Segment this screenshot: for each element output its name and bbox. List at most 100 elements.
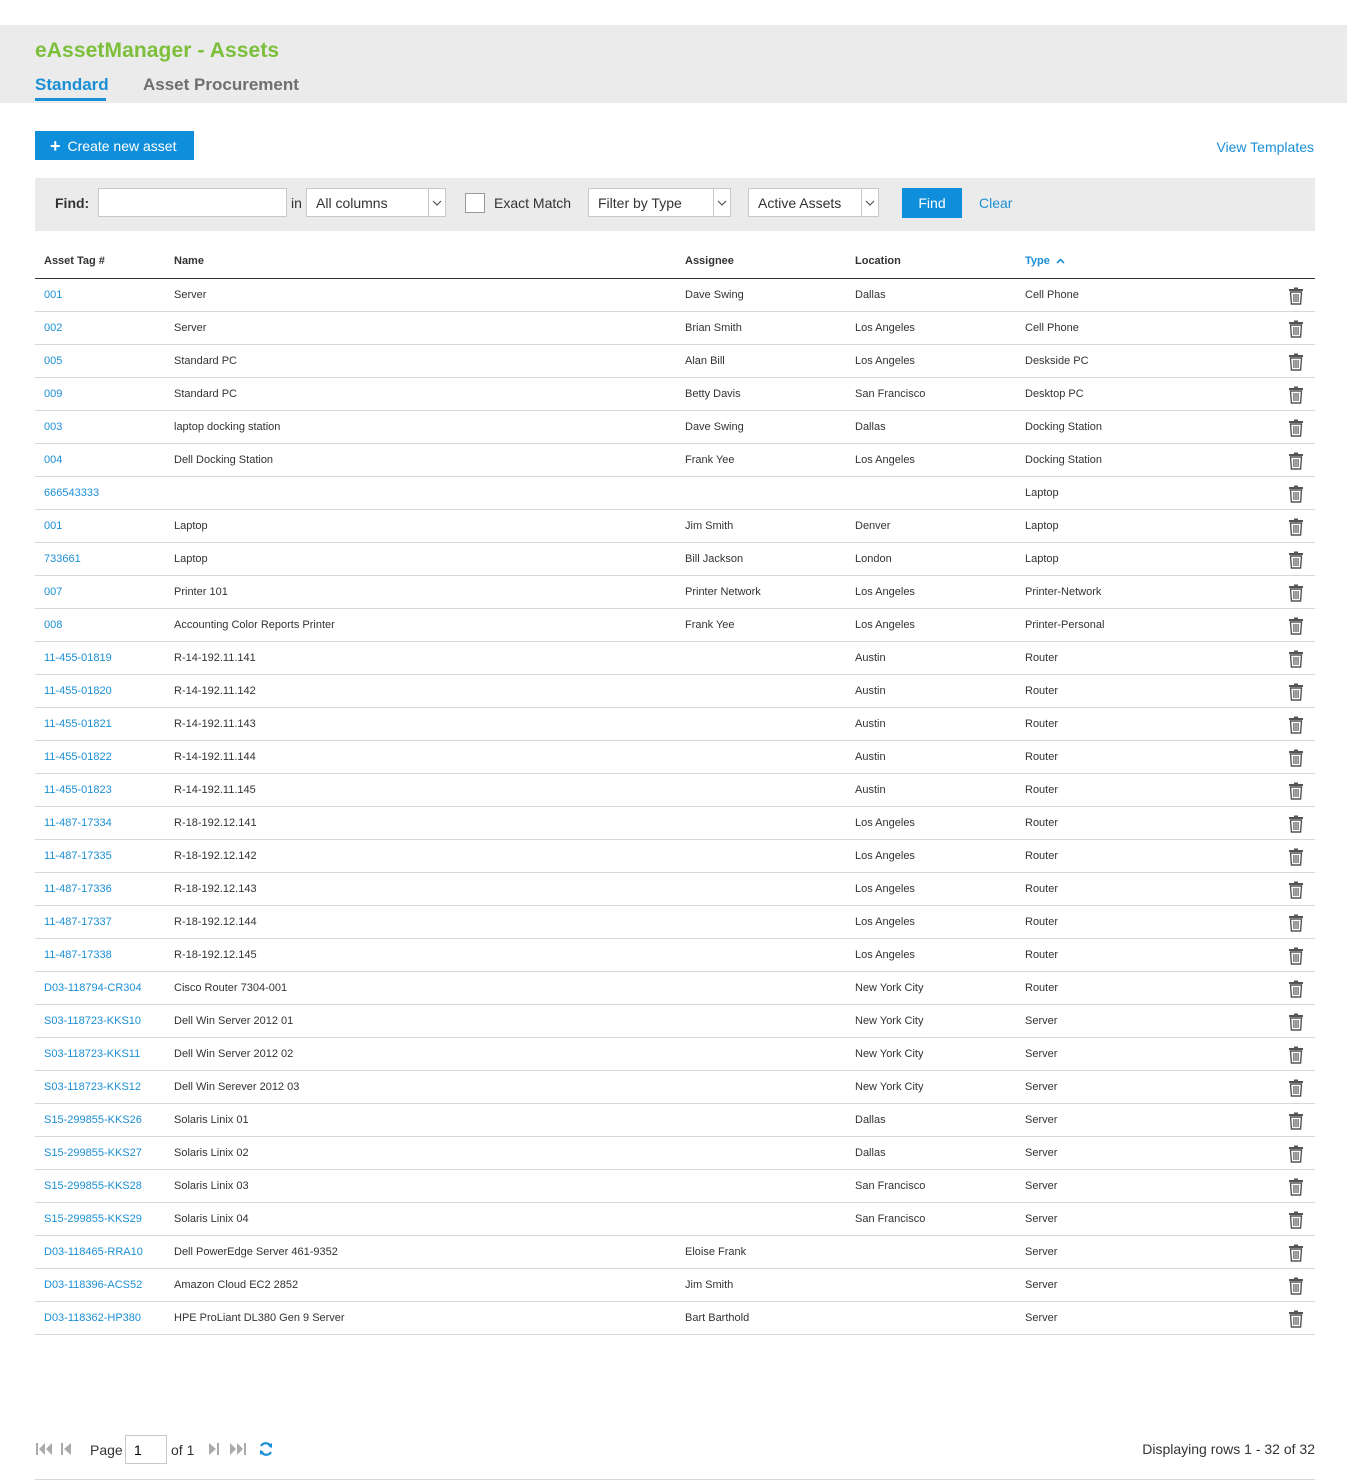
trash-icon[interactable] — [1288, 980, 1304, 998]
trash-icon[interactable] — [1288, 1079, 1304, 1097]
trash-icon[interactable] — [1288, 1310, 1304, 1328]
asset-tag-link[interactable]: 008 — [44, 615, 164, 635]
trash-icon[interactable] — [1288, 1178, 1304, 1196]
trash-icon[interactable] — [1288, 1046, 1304, 1064]
trash-icon[interactable] — [1288, 320, 1304, 338]
table-row[interactable]: 002 Server Brian Smith Los Angeles Cell Phon… — [35, 312, 1315, 345]
asset-tag-link[interactable]: 002 — [44, 318, 164, 338]
table-row[interactable]: 733661 Laptop Bill Jackson London Laptop — [35, 543, 1315, 576]
asset-tag-link[interactable]: 11-487-17337 — [44, 912, 164, 932]
table-row[interactable]: S15-299855-KKS26 Solaris Linix 01 Dallas Se… — [35, 1104, 1315, 1137]
refresh-icon[interactable] — [257, 1441, 275, 1457]
table-row[interactable]: S15-299855-KKS28 Solaris Linix 03 San Fran… — [35, 1170, 1315, 1203]
columns-select[interactable]: All columns — [306, 188, 446, 217]
table-row[interactable]: S03-118723-KKS12 Dell Win Serever 2012 03… — [35, 1071, 1315, 1104]
trash-icon[interactable] — [1288, 650, 1304, 668]
trash-icon[interactable] — [1288, 485, 1304, 503]
asset-tag-link[interactable]: 11-455-01822 — [44, 747, 164, 767]
asset-tag-link[interactable]: D03-118362-HP380 — [44, 1308, 164, 1328]
trash-icon[interactable] — [1288, 881, 1304, 899]
exact-match-checkbox[interactable] — [465, 193, 485, 213]
asset-tag-link[interactable]: 733661 — [44, 549, 164, 569]
trash-icon[interactable] — [1288, 782, 1304, 800]
create-asset-button[interactable]: + Create new asset — [35, 131, 194, 160]
trash-icon[interactable] — [1288, 947, 1304, 965]
table-row[interactable]: 11-455-01820 R-14-192.11.142 Austin Router — [35, 675, 1315, 708]
asset-tag-link[interactable]: D03-118794-CR304 — [44, 978, 164, 998]
status-filter-select[interactable]: Active Assets — [748, 188, 879, 217]
header-type[interactable]: Type — [1025, 255, 1065, 267]
trash-icon[interactable] — [1288, 1244, 1304, 1262]
table-row[interactable]: 666543333 Laptop — [35, 477, 1315, 510]
asset-tag-link[interactable]: 009 — [44, 384, 164, 404]
table-row[interactable]: 11-455-01821 R-14-192.11.143 Austin Router — [35, 708, 1315, 741]
table-row[interactable]: 004 Dell Docking Station Frank Yee Los Ange… — [35, 444, 1315, 477]
table-row[interactable]: 11-455-01819 R-14-192.11.141 Austin Router — [35, 642, 1315, 675]
next-page-icon[interactable] — [208, 1441, 220, 1457]
table-row[interactable]: 007 Printer 101 Printer Network Los Angeles… — [35, 576, 1315, 609]
table-row[interactable]: S15-299855-KKS29 Solaris Linix 04 San Fran… — [35, 1203, 1315, 1236]
header-asset-tag[interactable]: Asset Tag # — [44, 255, 105, 267]
asset-tag-link[interactable]: S15-299855-KKS27 — [44, 1143, 164, 1163]
trash-icon[interactable] — [1288, 1277, 1304, 1295]
asset-tag-link[interactable]: 11-455-01819 — [44, 648, 164, 668]
asset-tag-link[interactable]: S15-299855-KKS29 — [44, 1209, 164, 1229]
clear-link[interactable]: Clear — [979, 195, 1012, 211]
trash-icon[interactable] — [1288, 815, 1304, 833]
table-row[interactable]: 11-487-17337 R-18-192.12.144 Los Angeles Ro… — [35, 906, 1315, 939]
trash-icon[interactable] — [1288, 1145, 1304, 1163]
asset-tag-link[interactable]: S03-118723-KKS10 — [44, 1011, 164, 1031]
asset-tag-link[interactable]: 666543333 — [44, 483, 164, 503]
asset-tag-link[interactable]: 001 — [44, 285, 164, 305]
trash-icon[interactable] — [1288, 848, 1304, 866]
table-row[interactable]: D03-118362-HP380 HPE ProLiant DL380 Gen 9… — [35, 1302, 1315, 1335]
page-number-input[interactable] — [125, 1435, 167, 1464]
asset-tag-link[interactable]: 11-487-17336 — [44, 879, 164, 899]
table-row[interactable]: 001 Server Dave Swing Dallas Cell Phone — [35, 279, 1315, 312]
view-templates-link[interactable]: View Templates — [1216, 139, 1314, 155]
asset-tag-link[interactable]: 11-455-01821 — [44, 714, 164, 734]
asset-tag-link[interactable]: S03-118723-KKS11 — [44, 1044, 164, 1064]
trash-icon[interactable] — [1288, 914, 1304, 932]
asset-tag-link[interactable]: S15-299855-KKS26 — [44, 1110, 164, 1130]
trash-icon[interactable] — [1288, 1013, 1304, 1031]
first-page-icon[interactable] — [35, 1441, 53, 1457]
trash-icon[interactable] — [1288, 1112, 1304, 1130]
trash-icon[interactable] — [1288, 1211, 1304, 1229]
trash-icon[interactable] — [1288, 452, 1304, 470]
table-row[interactable]: 003 laptop docking station Dave Swing Dalla… — [35, 411, 1315, 444]
table-row[interactable]: 11-487-17335 R-18-192.12.142 Los Angeles Ro… — [35, 840, 1315, 873]
tab-asset-procurement[interactable]: Asset Procurement — [143, 75, 299, 95]
table-row[interactable]: 11-455-01823 R-14-192.11.145 Austin Router — [35, 774, 1315, 807]
find-input[interactable] — [98, 188, 287, 217]
trash-icon[interactable] — [1288, 683, 1304, 701]
trash-icon[interactable] — [1288, 386, 1304, 404]
trash-icon[interactable] — [1288, 287, 1304, 305]
asset-tag-link[interactable]: S15-299855-KKS28 — [44, 1176, 164, 1196]
asset-tag-link[interactable]: 003 — [44, 417, 164, 437]
prev-page-icon[interactable] — [60, 1441, 72, 1457]
trash-icon[interactable] — [1288, 419, 1304, 437]
asset-tag-link[interactable]: 11-487-17338 — [44, 945, 164, 965]
trash-icon[interactable] — [1288, 584, 1304, 602]
asset-tag-link[interactable]: S03-118723-KKS12 — [44, 1077, 164, 1097]
table-row[interactable]: 11-487-17334 R-18-192.12.141 Los Angeles Ro… — [35, 807, 1315, 840]
table-row[interactable]: 11-487-17336 R-18-192.12.143 Los Angeles Ro… — [35, 873, 1315, 906]
find-button[interactable]: Find — [902, 188, 962, 218]
table-row[interactable]: S03-118723-KKS10 Dell Win Server 2012 01 N… — [35, 1005, 1315, 1038]
trash-icon[interactable] — [1288, 551, 1304, 569]
header-assignee[interactable]: Assignee — [685, 255, 734, 267]
type-filter-select[interactable]: Filter by Type — [588, 188, 731, 217]
header-name[interactable]: Name — [174, 255, 204, 267]
header-location[interactable]: Location — [855, 255, 901, 267]
table-row[interactable]: D03-118794-CR304 Cisco Router 7304-001 New… — [35, 972, 1315, 1005]
asset-tag-link[interactable]: 11-487-17334 — [44, 813, 164, 833]
asset-tag-link[interactable]: 001 — [44, 516, 164, 536]
trash-icon[interactable] — [1288, 716, 1304, 734]
asset-tag-link[interactable]: 007 — [44, 582, 164, 602]
table-row[interactable]: 001 Laptop Jim Smith Denver Laptop — [35, 510, 1315, 543]
table-row[interactable]: S15-299855-KKS27 Solaris Linix 02 Dallas Se… — [35, 1137, 1315, 1170]
asset-tag-link[interactable]: D03-118396-ACS52 — [44, 1275, 164, 1295]
table-row[interactable]: 11-455-01822 R-14-192.11.144 Austin Router — [35, 741, 1315, 774]
asset-tag-link[interactable]: 11-455-01823 — [44, 780, 164, 800]
